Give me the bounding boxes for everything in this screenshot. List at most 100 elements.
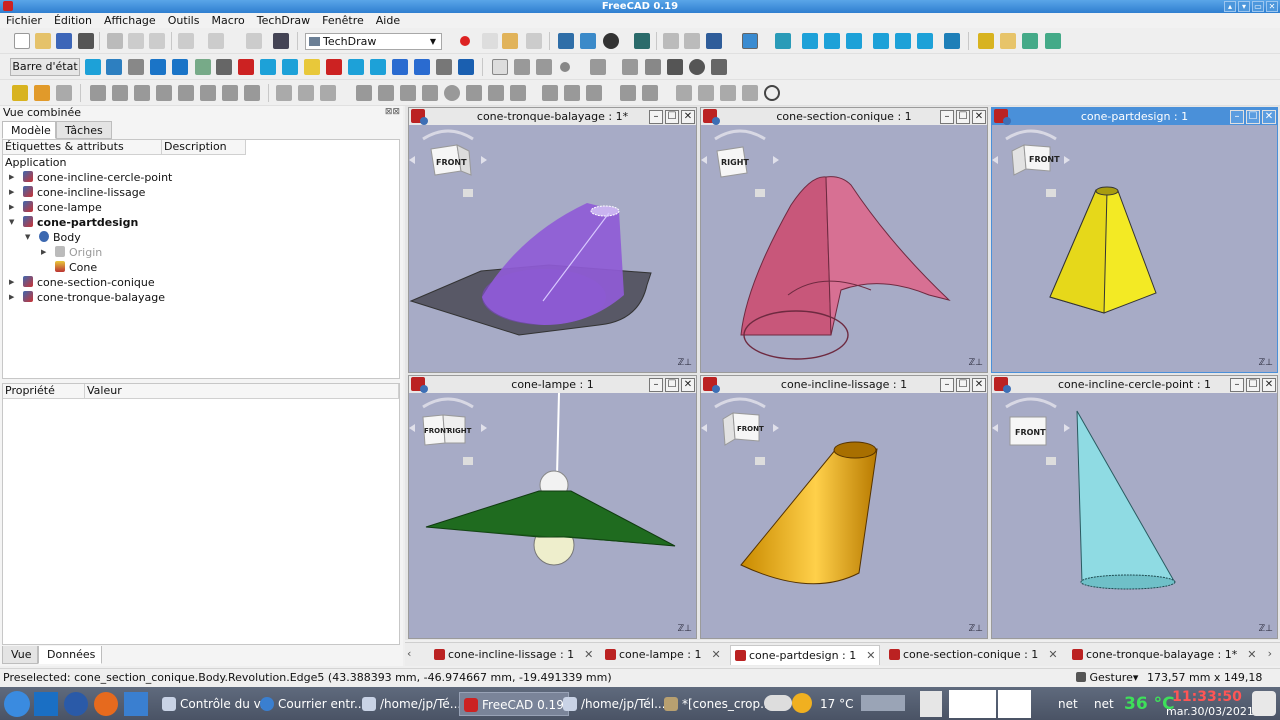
menu-outils[interactable]: Outils (162, 13, 206, 28)
view-cone-partdesign[interactable]: cone-partdesign : 1 – ☐ ✕ FRONT ℤ⊥ (991, 107, 1278, 373)
rotate-ccw-icon[interactable] (150, 59, 166, 75)
minimize-icon[interactable]: – (1230, 378, 1244, 392)
new-document-icon[interactable] (14, 33, 30, 49)
close-icon[interactable]: ✕ (1262, 378, 1276, 392)
paste-icon[interactable] (149, 33, 165, 49)
file-manager-icon[interactable] (124, 692, 148, 716)
left-view-icon[interactable] (917, 33, 933, 49)
delete-selection-icon[interactable] (238, 59, 254, 75)
logout-icon[interactable] (1252, 691, 1276, 716)
menu-macro[interactable]: Macro (205, 13, 250, 28)
menu-edition[interactable]: Édition (48, 13, 98, 28)
spreadsheet-view-icon[interactable] (244, 85, 260, 101)
redraw-icon[interactable] (56, 85, 72, 101)
tools-icon[interactable] (195, 59, 211, 75)
search-icon[interactable] (106, 59, 122, 75)
tree-item-cone-section-conique[interactable]: cone-section-conique (23, 275, 155, 290)
3d-viewport[interactable]: FRONT ℤ⊥ (992, 393, 1277, 638)
close-icon[interactable]: ✕ (681, 378, 695, 392)
close-tab-icon[interactable]: ✕ (584, 648, 593, 661)
minimize-icon[interactable]: – (940, 378, 954, 392)
rotate-cw-icon[interactable] (172, 59, 188, 75)
back-icon[interactable] (663, 33, 679, 49)
box-icon[interactable] (348, 59, 364, 75)
toggle-frame-icon[interactable] (742, 85, 758, 101)
taskbar-item-control[interactable]: Contrôle du v... (162, 692, 271, 716)
link-actions-icon[interactable] (1045, 33, 1061, 49)
view-cone-incline-lissage[interactable]: cone-incline-lissage : 1 – ☐ ✕ FRONT ℤ⊥ (700, 375, 988, 639)
tree-item-body[interactable]: Body (39, 230, 81, 245)
fit-all-icon[interactable] (558, 33, 574, 49)
leader-icon[interactable] (536, 59, 552, 75)
navigation-style-button[interactable]: Gesture▾ (1076, 669, 1138, 686)
doc-tab-cone-incline-lissage[interactable]: cone-incline-lissage : 1 ✕ (430, 645, 597, 665)
menu-aide[interactable]: Aide (370, 13, 406, 28)
collapse-arrow-icon[interactable]: ▼ (9, 215, 14, 230)
expand-arrow-icon[interactable]: ▶ (41, 245, 46, 260)
close-icon[interactable]: ✕ (972, 110, 986, 124)
minimize-icon[interactable]: – (649, 110, 663, 124)
prop-header-property[interactable]: Propriété (3, 384, 85, 399)
thunderbird-icon[interactable] (64, 692, 88, 716)
status-bar-toggle-button[interactable]: Barre d'état (10, 58, 80, 76)
tree-item-origin[interactable]: Origin (55, 245, 102, 260)
symbol-icon[interactable] (514, 59, 530, 75)
taskbar-item-mail[interactable]: Courrier entr... (260, 692, 365, 716)
maximize-window-button[interactable]: ▭ (1252, 1, 1264, 12)
tab-taches[interactable]: Tâches (56, 121, 112, 139)
3d-viewport[interactable]: FRONT ℤ⊥ (992, 125, 1277, 372)
prop-header-value[interactable]: Valeur (85, 384, 399, 399)
draw-style-icon[interactable] (603, 33, 619, 49)
tree-item-cone[interactable]: Cone (55, 260, 97, 275)
view-cone-section-conique[interactable]: cone-section-conique : 1 – ☐ ✕ RIGHT ℤ⊥ (700, 107, 988, 373)
3d-viewport[interactable]: FRONT ℤ⊥ (701, 393, 987, 638)
move-icon[interactable] (392, 59, 408, 75)
3d-viewport[interactable]: RIGHT ℤ⊥ (701, 125, 987, 372)
measure-icon[interactable] (944, 33, 960, 49)
expand-arrow-icon[interactable]: ▶ (9, 290, 14, 305)
rear-view-icon[interactable] (873, 33, 889, 49)
close-icon[interactable]: ✕ (681, 110, 695, 124)
sync-view-icon[interactable] (706, 33, 722, 49)
save-document-icon[interactable] (56, 33, 72, 49)
tree-item-cone-partdesign[interactable]: cone-partdesign (23, 215, 138, 230)
horizontal-dimension-icon[interactable] (378, 85, 394, 101)
desktop-icon[interactable] (34, 692, 58, 716)
detail-view-icon[interactable] (178, 85, 194, 101)
shade-window-button[interactable]: ▴ (1224, 1, 1236, 12)
taskbar-item-folder-2[interactable]: /home/jp/Tél... (563, 692, 666, 716)
menu-affichage[interactable]: Affichage (98, 13, 162, 28)
minimize-window-button[interactable]: ▾ (1238, 1, 1250, 12)
3d-viewport[interactable]: FRONT RIGHT ℤ⊥ (409, 393, 696, 638)
tree-header-description[interactable]: Description (162, 140, 246, 155)
maximize-icon[interactable]: ☐ (665, 110, 679, 124)
undo-icon[interactable] (178, 33, 194, 49)
run-macro-icon[interactable] (526, 33, 542, 49)
cube-view-icon[interactable] (282, 59, 298, 75)
highlight-icon[interactable] (304, 59, 320, 75)
clip-add-icon[interactable] (298, 85, 314, 101)
tree-item-cone-tronque-balayage[interactable]: cone-tronque-balayage (23, 290, 165, 305)
remove-icon[interactable] (326, 59, 342, 75)
close-tab-icon[interactable]: ✕ (866, 649, 875, 662)
expand-arrow-icon[interactable]: ▶ (9, 185, 14, 200)
menu-techdraw[interactable]: TechDraw (251, 13, 316, 28)
tree-item-cone-incline-lissage[interactable]: cone-incline-lissage (23, 185, 145, 200)
image-icon[interactable] (720, 85, 736, 101)
open-page-icon[interactable] (34, 85, 50, 101)
expand-arrow-icon[interactable]: ▶ (9, 200, 14, 215)
angle-3pt-dimension-icon[interactable] (488, 85, 504, 101)
bounding-box-icon[interactable] (634, 33, 650, 49)
close-tab-icon[interactable]: ✕ (1247, 648, 1256, 661)
navigation-cube[interactable]: FRONT (992, 125, 1070, 205)
export-svg-icon[interactable] (620, 85, 636, 101)
edit-macro-icon[interactable] (502, 33, 518, 49)
grid-icon[interactable] (436, 59, 452, 75)
clock-time[interactable]: 11:33:50 (1168, 689, 1246, 705)
array-icon[interactable] (458, 59, 474, 75)
navigation-cube[interactable]: FRONT (409, 125, 487, 205)
maximize-icon[interactable]: ☐ (665, 378, 679, 392)
tree-item-cone-incline-cercle-point[interactable]: cone-incline-cercle-point (23, 170, 172, 185)
point-icon[interactable] (560, 62, 570, 72)
taskbar-item-freecad[interactable]: FreeCAD 0.19 (459, 692, 569, 716)
